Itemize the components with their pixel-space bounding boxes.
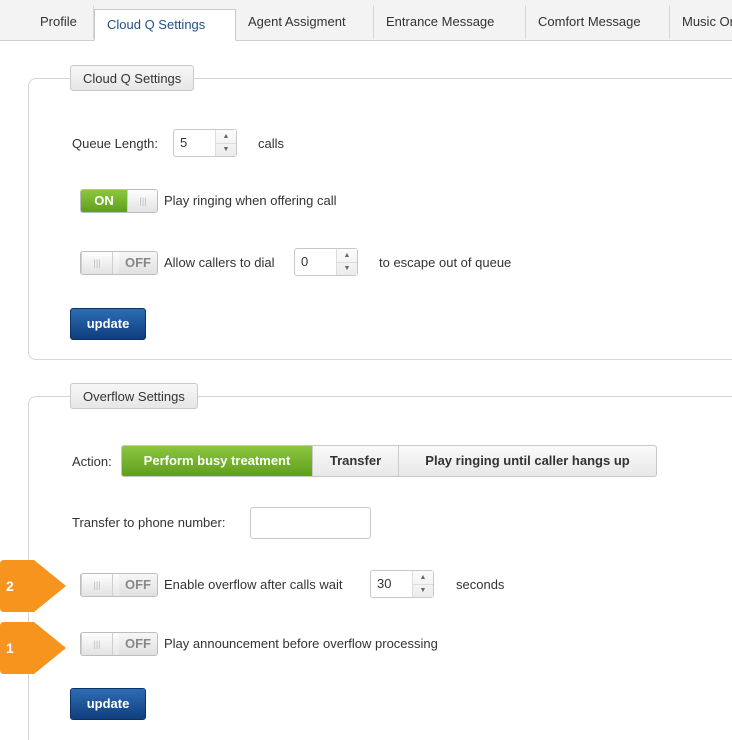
callout-number: 2 [6,578,14,594]
stepper-up-icon[interactable]: ▲ [216,130,236,144]
dial-escape-toggle[interactable]: ||| OFF [80,251,158,275]
ringing-label: Play ringing when offering call [164,193,337,208]
action-option-play-ringing[interactable]: Play ringing until caller hangs up [399,446,656,476]
toggle-off-label: OFF [119,633,157,655]
stepper-up-icon[interactable]: ▲ [413,571,433,585]
cloudq-legend: Cloud Q Settings [70,65,195,91]
transfer-number-input[interactable] [250,507,371,539]
tab-entrance-message[interactable]: Entrance Message [374,5,526,39]
action-option-transfer[interactable]: Transfer [313,446,399,476]
tab-comfort-message[interactable]: Comfort Message [526,5,670,39]
cloudq-update-button[interactable]: update [70,308,146,340]
toggle-knob-icon[interactable]: ||| [81,574,113,596]
overflow-update-button[interactable]: update [70,688,146,720]
tab-music-on-hold[interactable]: Music On Hold [670,5,732,39]
announcement-toggle[interactable]: ||| OFF [80,632,158,656]
action-option-busy-treatment[interactable]: Perform busy treatment [122,446,313,476]
callout-marker-1: 1 [0,622,66,674]
toggle-off-label: OFF [119,574,157,596]
overflow-wait-stepper[interactable]: 30 ▲ ▼ [370,570,434,598]
stepper-up-icon[interactable]: ▲ [337,249,357,263]
stepper-down-icon[interactable]: ▼ [337,262,357,275]
overflow-wait-unit: seconds [456,577,505,592]
queue-length-unit: calls [258,136,285,151]
toggle-on-label: ON [81,190,127,212]
dial-escape-suffix: to escape out of queue [379,255,512,270]
tab-cloud-q-settings[interactable]: Cloud Q Settings [94,9,236,41]
queue-length-value: 5 [180,135,188,150]
stepper-arrows[interactable]: ▲ ▼ [412,571,433,597]
ringing-toggle[interactable]: ON ||| [80,189,158,213]
callout-number: 1 [6,640,14,656]
dial-digit-value: 0 [301,254,309,269]
toggle-knob-icon[interactable]: ||| [127,190,157,212]
overflow-wait-value: 30 [377,576,392,591]
tab-profile[interactable]: Profile [28,5,94,39]
stepper-down-icon[interactable]: ▼ [216,143,236,156]
dial-digit-stepper[interactable]: 0 ▲ ▼ [294,248,358,276]
stepper-arrows[interactable]: ▲ ▼ [215,130,236,156]
toggle-off-label: OFF [119,252,157,274]
queue-length-label: Queue Length: [72,136,159,151]
stepper-down-icon[interactable]: ▼ [413,584,433,597]
dial-escape-label: Allow callers to dial [164,255,275,270]
tab-agent-assignment[interactable]: Agent Assigment [236,5,374,39]
toggle-knob-icon[interactable]: ||| [81,633,113,655]
overflow-wait-toggle[interactable]: ||| OFF [80,573,158,597]
transfer-number-label: Transfer to phone number: [72,515,226,530]
action-label: Action: [72,454,112,469]
action-segmented-control[interactable]: Perform busy treatment Transfer Play rin… [121,445,657,477]
queue-length-stepper[interactable]: 5 ▲ ▼ [173,129,237,157]
toggle-knob-icon[interactable]: ||| [81,252,113,274]
stepper-arrows[interactable]: ▲ ▼ [336,249,357,275]
tab-bar: Profile Cloud Q Settings Agent Assigment… [0,0,732,41]
announcement-label: Play announcement before overflow proces… [164,636,438,651]
overflow-wait-label: Enable overflow after calls wait [164,577,343,592]
overflow-legend: Overflow Settings [70,383,198,409]
callout-marker-2: 2 [0,560,66,612]
